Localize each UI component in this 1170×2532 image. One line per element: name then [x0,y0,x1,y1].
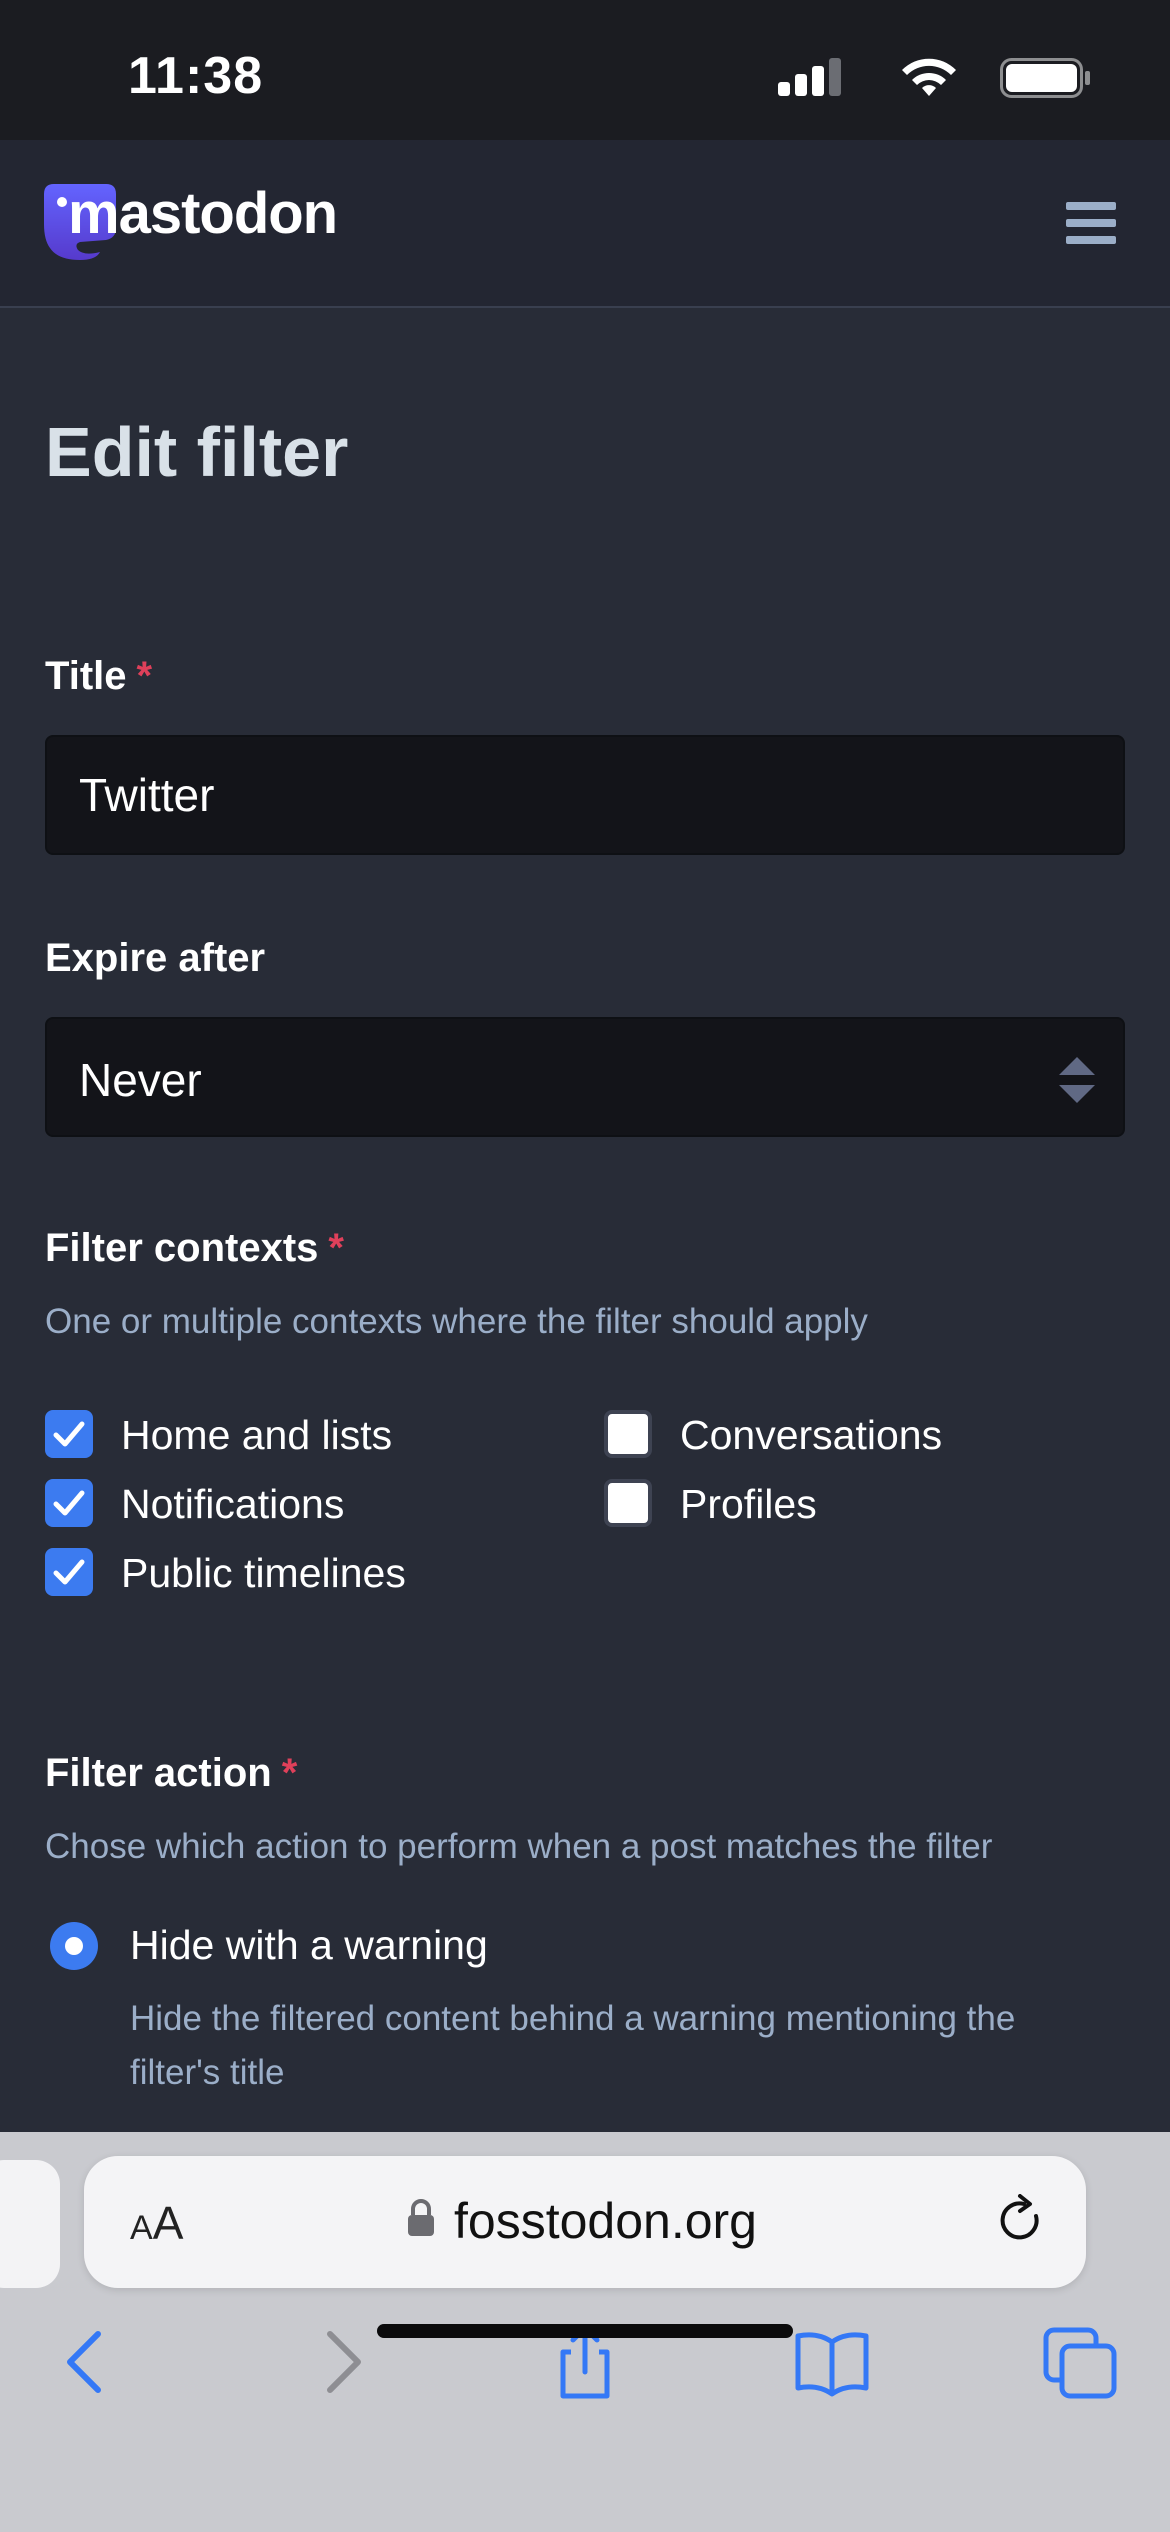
main-content: Edit filter Title* Expire after Never Fi… [0,308,1170,2132]
radio-hint: Hide the filtered content behind a warni… [130,1999,1016,2092]
required-mark: * [136,654,153,698]
checkmark-icon [53,1421,85,1447]
checkbox-unchecked[interactable] [604,1479,652,1527]
url-text: fosstodon.org [454,2193,757,2249]
radio-label: Hide with a warning [130,1922,488,1968]
app-header: mastodon [0,140,1170,308]
expire-field-label: Expire after [45,936,266,980]
checkbox-label: Public timelines [121,1550,406,1596]
forward-icon[interactable] [300,2322,380,2402]
title-label-text: Title [45,654,127,698]
contexts-field-label: Filter contexts * [45,1226,344,1271]
title-input[interactable] [45,735,1125,855]
bookmarks-icon[interactable] [792,2322,872,2402]
action-field-label: Filter action * [45,1751,297,1796]
home-indicator [377,2324,793,2338]
context-conversations[interactable]: Conversations [604,1406,1124,1466]
action-hint: Chose which action to perform when a pos… [45,1827,993,1866]
contexts-hint: One or multiple contexts where the filte… [45,1302,868,1341]
tabs-icon[interactable] [1040,2322,1120,2402]
context-home-and-lists[interactable]: Home and lists [45,1406,565,1466]
checkbox-checked[interactable] [45,1548,93,1596]
address-bar[interactable]: AA fosstodon.org [84,2156,1086,2288]
text-size-label: A [152,2197,184,2249]
required-mark: * [281,1751,298,1795]
checkbox-unchecked[interactable] [604,1410,652,1458]
radio-selected[interactable] [50,1922,98,1970]
page-title: Edit filter [45,413,349,491]
logo-wordmark[interactable]: mastodon [68,180,338,247]
checkbox-checked[interactable] [45,1410,93,1458]
status-icons [692,56,1092,100]
checkbox-checked[interactable] [45,1479,93,1527]
wifi-icon [902,58,956,96]
text-size-button[interactable]: AA [130,2196,183,2250]
checkbox-label: Notifications [121,1481,345,1527]
action-label-text: Filter action [45,1751,272,1795]
checkbox-label: Profiles [680,1481,817,1527]
context-profiles[interactable]: Profiles [604,1475,1124,1535]
cellular-signal-icon [778,56,842,100]
status-bar: 11:38 [0,0,1170,140]
expire-select[interactable]: Never [45,1017,1125,1137]
battery-icon [1000,58,1090,98]
required-mark: * [328,1226,344,1270]
menu-hamburger-icon[interactable] [1066,202,1116,244]
context-notifications[interactable]: Notifications [45,1475,565,1535]
select-arrows-icon [1059,1057,1095,1103]
checkbox-label: Conversations [680,1412,943,1458]
reload-icon[interactable] [994,2194,1048,2248]
status-time: 11:38 [128,47,264,105]
lock-icon [408,2199,434,2236]
context-public-timelines[interactable]: Public timelines [45,1544,565,1604]
checkmark-icon [53,1559,85,1585]
expire-select-value: Never [79,1054,202,1106]
previous-tab-peek[interactable] [0,2160,60,2288]
title-field-label: Title * [45,654,152,699]
checkbox-label: Home and lists [121,1412,393,1458]
checkmark-icon [53,1490,85,1516]
contexts-label-text: Filter contexts [45,1226,319,1270]
back-icon[interactable] [48,2322,128,2402]
action-hide-with-warning[interactable]: Hide with a warning Hide the filtered co… [50,1916,1130,2106]
